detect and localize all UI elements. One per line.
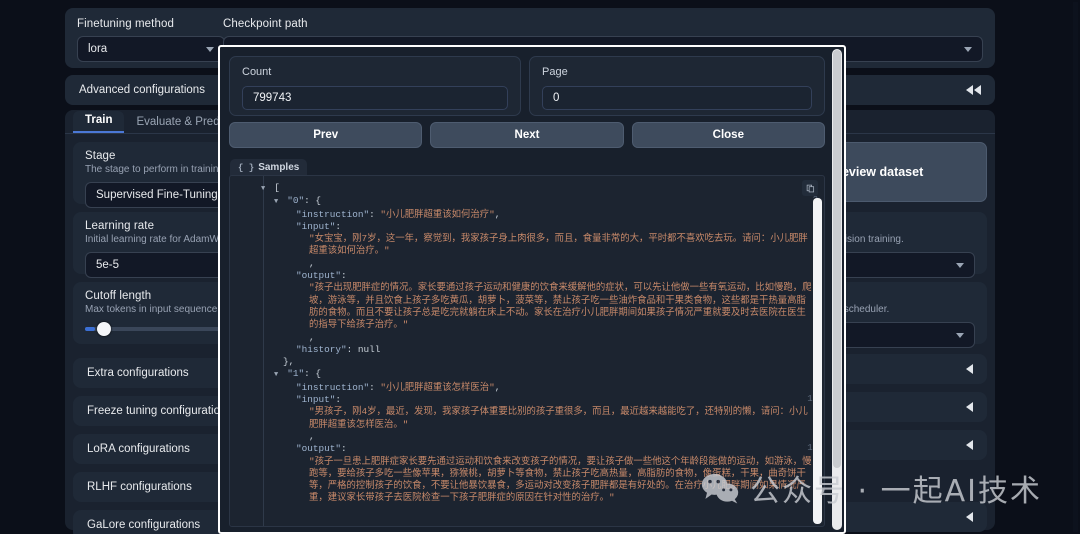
json-line: "instruction": "小儿肥胖超重该如何治疗", — [296, 208, 501, 220]
json-line: "history": null — [296, 343, 381, 355]
disclosure-arrow-icon[interactable]: ▼ — [261, 185, 265, 193]
modal-scrollbar[interactable] — [832, 49, 842, 530]
json-line-gutter — [230, 176, 264, 526]
freeze-tuning-configurations-label: Freeze tuning configurations — [87, 405, 233, 417]
json-line: "input": — [296, 220, 342, 232]
modal-fields-row: Count 799743 Page 0 — [229, 56, 825, 116]
json-viewer: 1234567891011 ▼[▼"0": {"instruction": "小… — [229, 175, 825, 527]
page-label: Page — [542, 66, 568, 78]
json-line: "孩子一旦患上肥胖症家长要先通过运动和饮食来改变孩子的情况，要让孩子做一些他这个… — [309, 455, 812, 504]
disclosure-arrow-icon[interactable]: ▼ — [274, 371, 278, 379]
tab-train[interactable]: Train — [73, 111, 125, 133]
learning-rate-value: 5e-5 — [96, 259, 120, 271]
copy-glyph — [806, 184, 814, 192]
disclosure-arrow-icon[interactable]: ▼ — [274, 198, 278, 206]
galore-configurations-label: GaLore configurations — [87, 519, 201, 531]
stage-value: Supervised Fine-Tuning — [96, 189, 218, 201]
page-scrollbar[interactable] — [1073, 2, 1078, 532]
json-line: "孩子出现肥胖症的情况。家长要通过孩子运动和健康的饮食来缓解他的症状，可以先让他… — [309, 282, 812, 331]
finetuning-method-group: Finetuning method lora — [77, 18, 225, 62]
count-label: Count — [242, 66, 272, 78]
braces-icon: { } — [238, 162, 255, 173]
modal-button-row: Prev Next Close — [229, 122, 825, 148]
chevron-down-icon — [206, 46, 214, 52]
checkpoint-path-label: Checkpoint path — [223, 18, 308, 30]
finetuning-method-label: Finetuning method — [77, 18, 174, 30]
json-line: }, — [283, 356, 295, 368]
modal-scrollbar-thumb[interactable] — [833, 50, 841, 468]
json-code-content: ▼[▼ "0": {"instruction": "小儿肥胖超重该如何治疗", "i… — [261, 182, 815, 505]
samples-tab-label: Samples — [258, 162, 300, 173]
finetuning-method-select[interactable]: lora — [77, 36, 225, 62]
caret-left-icon — [966, 364, 973, 374]
dataset-preview-modal: Count 799743 Page 0 Prev Next Close {} … — [218, 45, 846, 534]
chevron-down-icon — [964, 46, 972, 52]
count-field-group: Count 799743 — [229, 56, 521, 116]
json-line: , — [309, 430, 315, 442]
extra-configurations-label: Extra configurations — [87, 367, 189, 379]
slider-fill — [85, 327, 95, 331]
caret-left-icon — [966, 85, 973, 95]
copy-icon[interactable] — [802, 180, 818, 196]
json-line: ▼[ — [261, 182, 280, 193]
caret-left-icon — [966, 512, 973, 522]
page-input[interactable]: 0 — [542, 86, 812, 110]
json-line: "output": — [296, 270, 347, 282]
chevron-down-icon — [956, 332, 964, 338]
chevron-down-icon — [956, 262, 964, 268]
close-button[interactable]: Close — [631, 122, 825, 148]
caret-left-icon — [966, 402, 973, 412]
json-line: "output": — [296, 443, 347, 455]
samples-tab[interactable]: { } Samples — [230, 159, 308, 176]
slider-handle[interactable] — [97, 322, 111, 336]
rlhf-configurations-label: RLHF configurations — [87, 481, 192, 493]
json-line: "男孩子，刚4岁，最近，发现，我家孩子体重要比别的孩子重很多，而且，最近越来越能… — [309, 406, 808, 430]
page-value: 0 — [553, 92, 560, 104]
json-line: ▼ "0": { — [274, 195, 321, 207]
modal-content: Count 799743 Page 0 Prev Next Close {} … — [220, 47, 833, 532]
prev-button[interactable]: Prev — [229, 122, 423, 148]
finetuning-method-value: lora — [88, 43, 108, 55]
lora-configurations-label: LoRA configurations — [87, 443, 190, 455]
json-line: , — [309, 257, 315, 269]
caret-left-icon — [966, 440, 973, 450]
advanced-configurations-label: Advanced configurations — [79, 84, 205, 96]
next-button[interactable]: Next — [430, 122, 624, 148]
count-input[interactable]: 799743 — [242, 86, 508, 110]
count-value: 799743 — [253, 92, 292, 104]
json-line: "女宝宝，刚7岁，这一年，察觉到，我家孩子身上肉很多，而且，食量非常的大，平时都… — [309, 233, 808, 257]
json-line: "instruction": "小儿肥胖超重该怎样医治", — [296, 381, 501, 393]
json-scrollbar[interactable] — [813, 198, 822, 524]
page-field-group: Page 0 — [529, 56, 825, 116]
json-line: "input": — [296, 394, 342, 406]
json-line: , — [309, 331, 315, 343]
json-line: ▼ "1": { — [274, 368, 321, 380]
